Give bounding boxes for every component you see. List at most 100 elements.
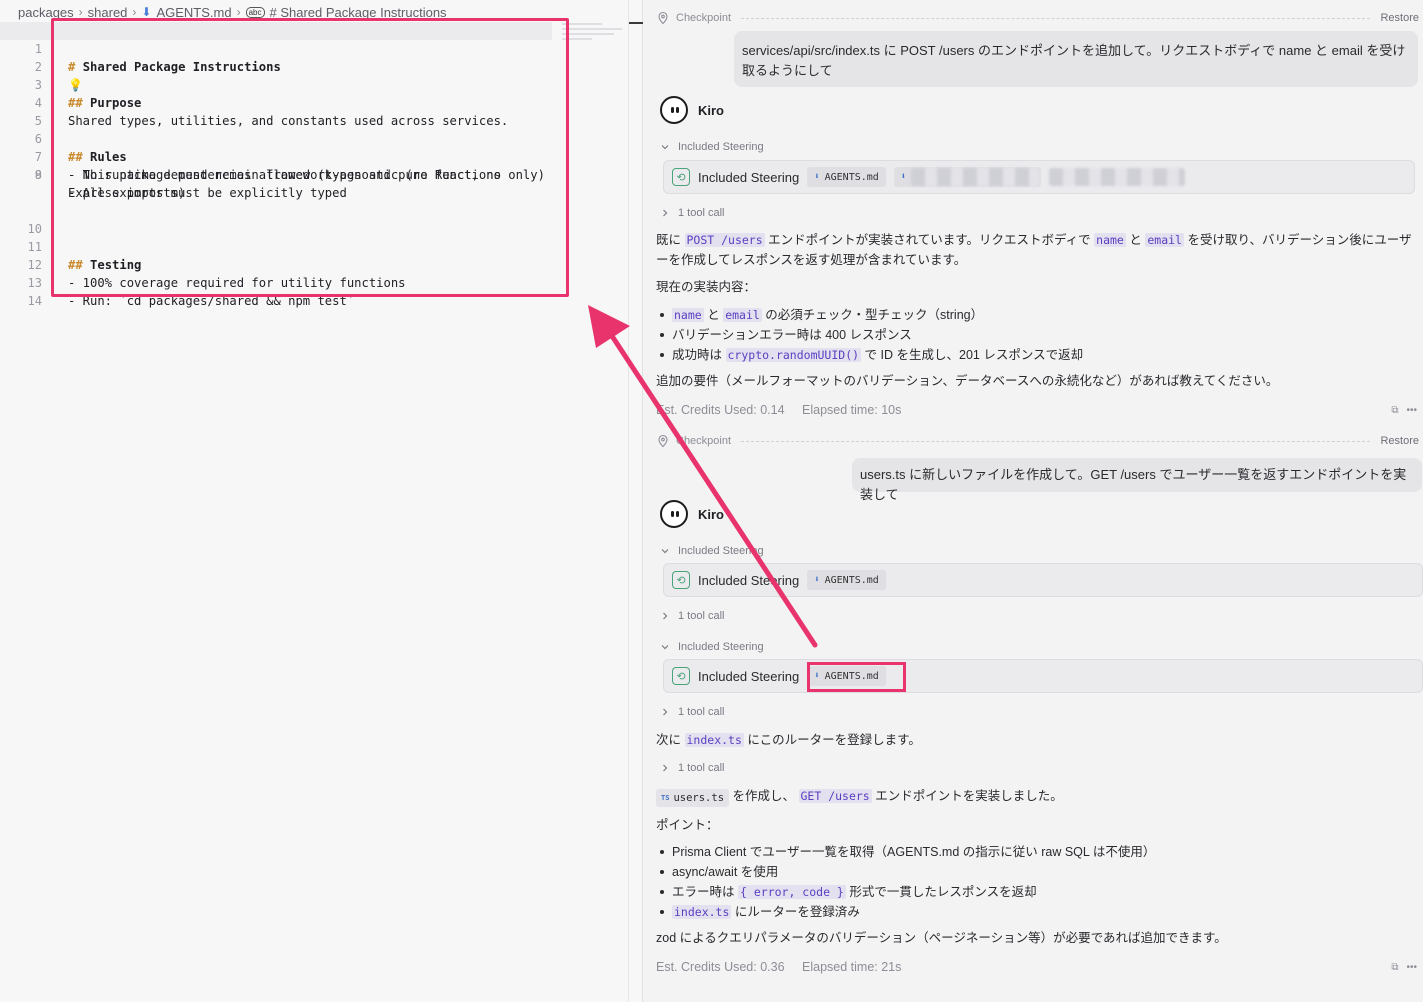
text: 成功時は <box>672 348 723 362</box>
tool-call-toggle[interactable]: 1 tool call <box>660 608 724 624</box>
checkpoint-bar: Checkpoint Restore <box>656 9 1419 27</box>
message-actions: ⧉ ••• <box>1391 405 1417 416</box>
inline-code: { error, code } <box>738 885 846 899</box>
copy-icon[interactable]: ⧉ <box>1391 405 1398 416</box>
kiro-logo-icon <box>660 500 688 528</box>
location-pin-icon <box>658 11 668 25</box>
included-steering-toggle[interactable]: Included Steering <box>660 139 764 155</box>
response-paragraph: 次に index.ts にこのルーターを登録します。 <box>656 730 1418 750</box>
editor-pane: packages › shared › ⬇ AGENTS.md › abc # … <box>0 0 643 1002</box>
steering-label: Included Steering <box>698 169 800 185</box>
agent-name: Kiro <box>698 506 724 522</box>
file-chip-label: users.ts <box>673 792 725 804</box>
scroll-marker <box>629 22 643 24</box>
agent-name: Kiro <box>698 102 724 118</box>
list-item: name と email の必須チェック・型チェック（string） <box>656 305 1418 325</box>
usage-stats: Est. Credits Used: 0.14 Elapsed time: 10… <box>656 403 915 417</box>
chevron-right-icon: › <box>78 5 83 19</box>
inline-code: crypto.randomUUID() <box>725 348 862 362</box>
tool-call-toggle[interactable]: 1 tool call <box>660 205 724 221</box>
user-message: services/api/src/index.ts に POST /users … <box>734 31 1418 87</box>
blurred-file-chip[interactable]: ⬇ <box>893 167 1042 187</box>
text: と <box>707 308 720 322</box>
credits-used: Est. Credits Used: 0.36 <box>656 960 785 974</box>
chevron-right-icon <box>663 764 668 772</box>
tool-call-toggle[interactable]: 1 tool call <box>660 760 724 776</box>
tool-call-toggle[interactable]: 1 tool call <box>660 704 724 720</box>
message-actions: ⧉ ••• <box>1391 962 1417 973</box>
chevron-right-icon <box>663 708 668 716</box>
credits-used: Est. Credits Used: 0.14 <box>656 403 785 417</box>
inline-code: email <box>1145 233 1184 247</box>
tool-call-label: 1 tool call <box>678 706 725 718</box>
included-steering-toggle[interactable]: Included Steering <box>660 543 764 559</box>
markdown-file-icon: ⬇ <box>141 5 152 19</box>
editor-scrollbar[interactable] <box>628 0 643 1002</box>
more-options-icon[interactable]: ••• <box>1406 405 1417 416</box>
typescript-file-icon: TS <box>661 794 670 802</box>
inline-code: POST /users <box>684 233 765 247</box>
blurred-text <box>911 168 1040 186</box>
text: 既に <box>656 233 682 247</box>
steering-file-chip[interactable]: ⬇ AGENTS.md <box>807 570 886 590</box>
response-paragraph: 追加の要件（メールフォーマットのバリデーション、データベースへの永続化など）があ… <box>656 374 1279 388</box>
checkpoint-label: Checkpoint <box>676 435 732 447</box>
chevron-right-icon: › <box>132 5 137 19</box>
chat-pane: Checkpoint Restore services/api/src/inde… <box>648 0 1423 1002</box>
inline-code: index.ts <box>672 905 732 919</box>
bullet-list: Prisma Client でユーザー一覧を取得（AGENTS.md の指示に従… <box>656 842 1418 922</box>
location-pin-icon <box>658 434 668 448</box>
response-paragraph: zod によるクエリパラメータのバリデーション（ページネーション等）が必要であれ… <box>656 931 1227 945</box>
more-options-icon[interactable]: ••• <box>1406 962 1417 973</box>
minimap[interactable] <box>562 20 628 60</box>
text: にルーターを登録済み <box>734 905 860 919</box>
elapsed-time: Elapsed time: 10s <box>802 403 902 417</box>
response-paragraph: TS users.ts を作成し、 GET /users エンドポイントを実装しま… <box>656 786 1418 807</box>
text: エンドポイントが実装されています。リクエストボディで <box>768 233 1091 247</box>
text: 次に <box>656 733 682 747</box>
inline-code: name <box>1094 233 1126 247</box>
blurred-file-chip-2[interactable] <box>1049 168 1186 186</box>
chevron-right-icon <box>663 612 668 620</box>
markdown-file-icon: ⬇ <box>814 172 820 182</box>
checkpoint-bar: Checkpoint Restore <box>656 432 1419 450</box>
response-paragraph: 現在の実装内容： <box>656 280 757 294</box>
steering-icon: ⟲ <box>672 168 690 186</box>
inline-code: GET /users <box>798 789 872 803</box>
file-chip-label: AGENTS.md <box>824 171 879 183</box>
steering-box: ⟲ Included Steering ⬇ AGENTS.md <box>663 563 1423 597</box>
steering-label: Included Steering <box>698 572 800 588</box>
included-steering-heading: Included Steering <box>678 141 764 153</box>
text: で ID を生成し、201 レスポンスで返却 <box>864 348 1084 362</box>
user-message: users.ts に新しいファイルを作成して。GET /users でユーザー一… <box>852 458 1422 502</box>
agent-header: Kiro <box>660 95 724 125</box>
text: にこのルーターを登録します。 <box>747 733 921 747</box>
annotation-highlight-box <box>51 18 569 297</box>
steering-file-chip[interactable]: ⬇ AGENTS.md <box>807 167 886 187</box>
included-steering-toggle[interactable]: Included Steering <box>660 639 764 655</box>
included-steering-heading: Included Steering <box>678 545 764 557</box>
chevron-down-icon <box>661 645 669 650</box>
tool-call-label: 1 tool call <box>678 762 725 774</box>
elapsed-time: Elapsed time: 21s <box>802 960 902 974</box>
annotation-highlight-box <box>807 662 906 692</box>
inline-code: name <box>672 308 704 322</box>
kiro-logo-icon <box>660 96 688 124</box>
included-steering-heading: Included Steering <box>678 641 764 653</box>
tool-call-label: 1 tool call <box>678 207 725 219</box>
line-number: 14 <box>27 294 42 308</box>
chevron-down-icon <box>661 145 669 150</box>
copy-icon[interactable]: ⧉ <box>1391 962 1398 973</box>
tool-call-label: 1 tool call <box>678 610 725 622</box>
text: を作成し、 <box>732 789 796 803</box>
file-chip[interactable]: TS users.ts <box>656 789 730 807</box>
file-chip-label: AGENTS.md <box>824 574 879 586</box>
restore-button[interactable]: Restore <box>1380 12 1419 24</box>
steering-label: Included Steering <box>698 668 800 684</box>
chevron-down-icon <box>661 549 669 554</box>
text: の必須チェック・型チェック（string） <box>765 308 984 322</box>
agent-header: Kiro <box>660 499 724 529</box>
restore-button[interactable]: Restore <box>1380 435 1419 447</box>
inline-code: email <box>723 308 762 322</box>
list-item: async/await を使用 <box>656 862 1418 882</box>
